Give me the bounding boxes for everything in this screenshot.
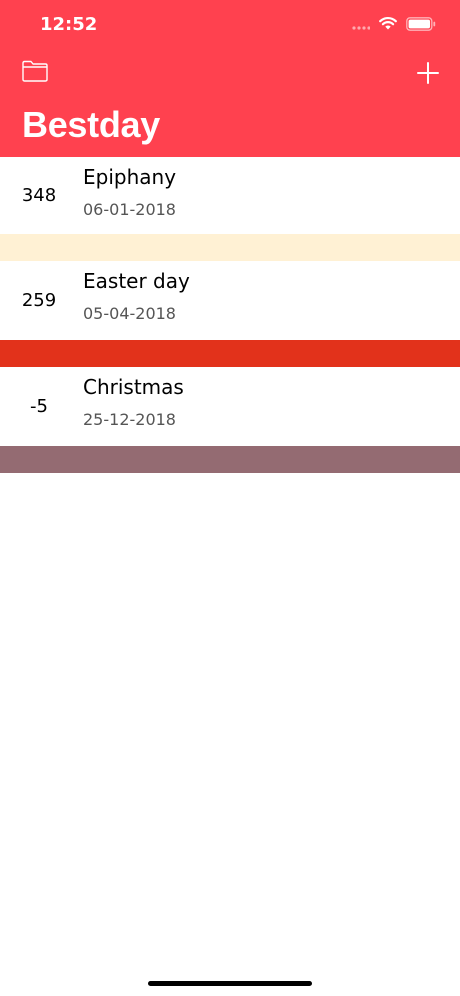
page-title: Bestday — [22, 104, 160, 145]
event-name: Christmas — [83, 375, 184, 399]
folder-icon[interactable] — [22, 60, 48, 82]
days-count: 259 — [21, 290, 57, 311]
event-name: Easter day — [83, 269, 190, 293]
navigation-header: 12:52 Bestday — [0, 0, 460, 157]
event-color-band — [0, 340, 460, 367]
event-name: Epiphany — [83, 165, 177, 189]
battery-icon — [406, 16, 436, 31]
signal-icon — [352, 25, 370, 30]
home-indicator[interactable] — [148, 981, 312, 986]
event-color-band — [0, 234, 460, 261]
plus-icon[interactable] — [416, 61, 440, 85]
days-count: 348 — [21, 185, 57, 206]
status-icons — [352, 16, 436, 31]
event-date: 25-12-2018 — [83, 410, 176, 429]
event-date: 05-04-2018 — [83, 304, 176, 323]
days-count: -5 — [30, 396, 48, 417]
event-row-easter-day[interactable]: 259 Easter day 05-04-2018 — [0, 261, 460, 340]
event-list: 348 Epiphany 06-01-2018 259 Easter day 0… — [0, 157, 460, 473]
status-time: 12:52 — [40, 14, 98, 35]
event-date: 06-01-2018 — [83, 200, 176, 219]
event-color-band — [0, 446, 460, 473]
wifi-icon — [379, 17, 397, 30]
event-row-epiphany[interactable]: 348 Epiphany 06-01-2018 — [0, 157, 460, 234]
event-row-christmas[interactable]: -5 Christmas 25-12-2018 — [0, 367, 460, 446]
